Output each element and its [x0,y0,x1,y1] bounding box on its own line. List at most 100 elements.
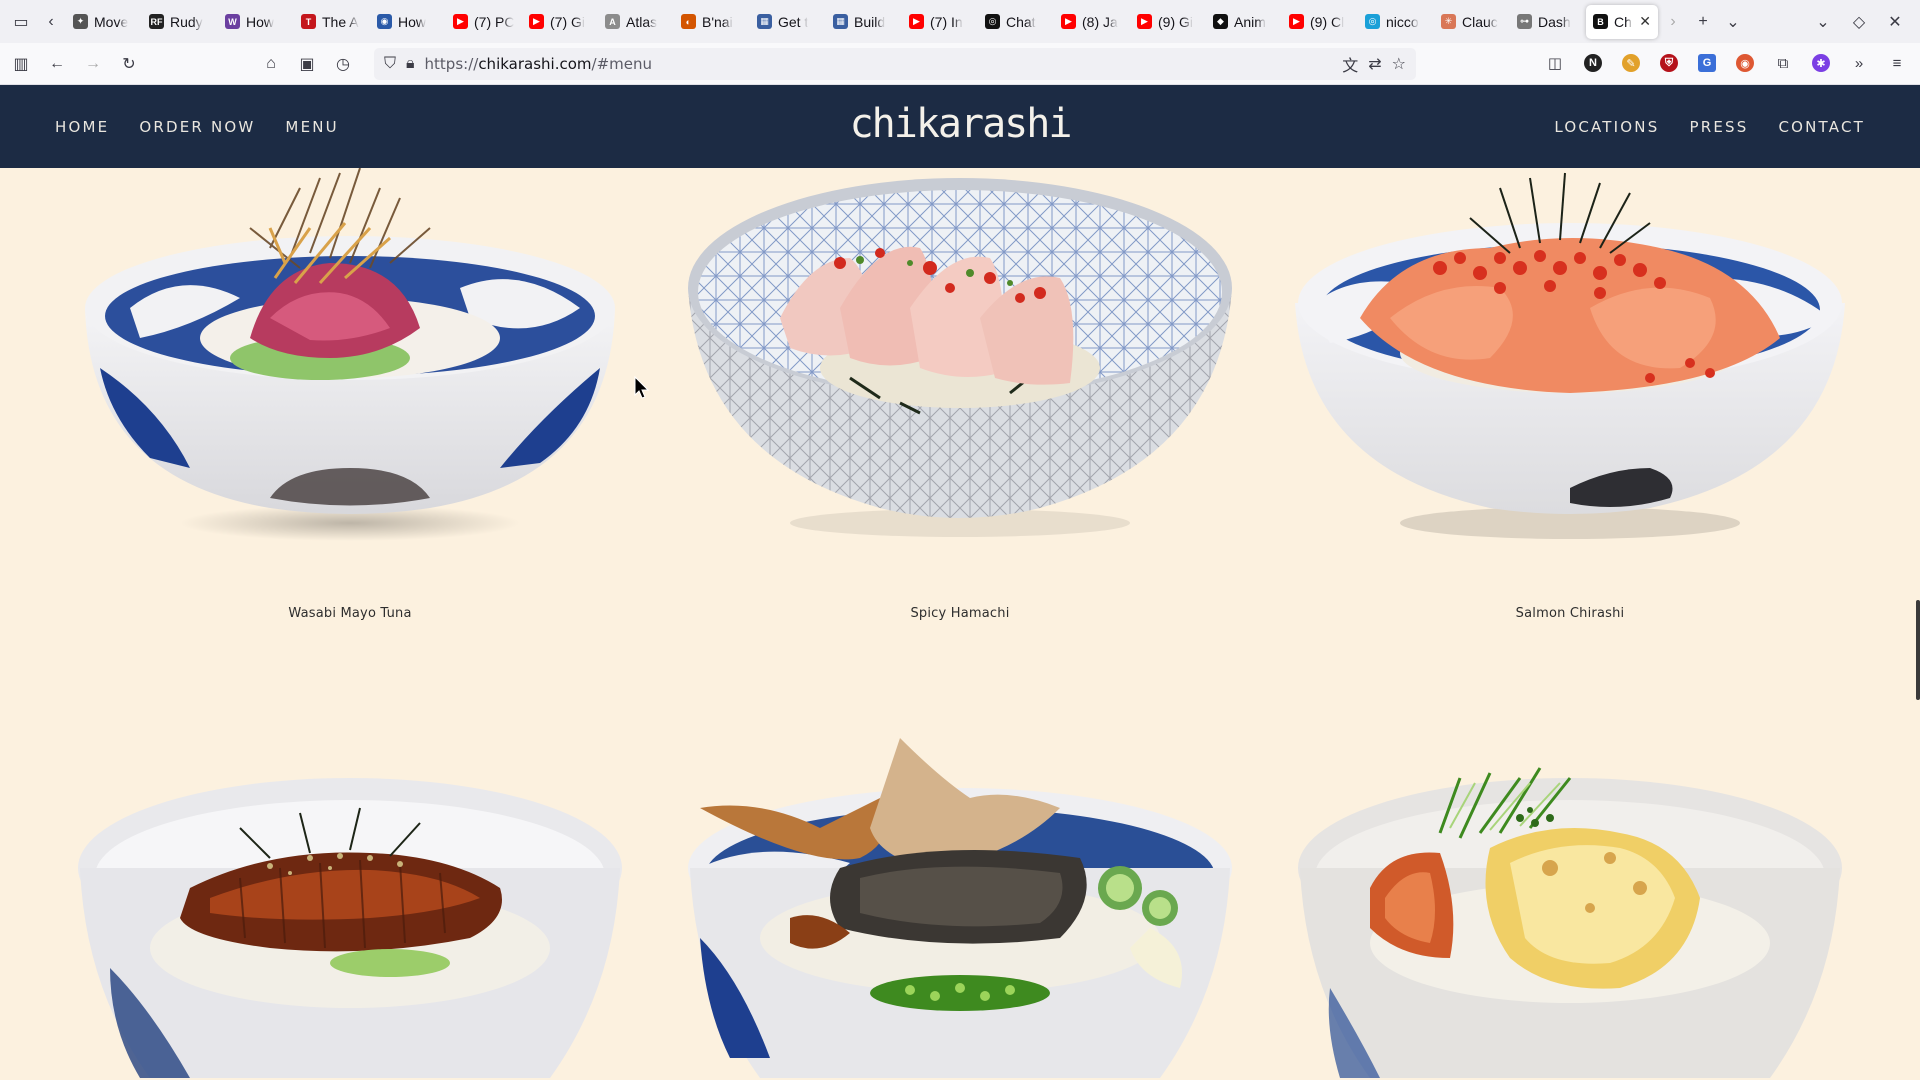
browser-tab[interactable]: ⊶ Dash [1510,5,1586,39]
duckduckgo-icon[interactable]: ◉ [1730,48,1760,78]
menu-grid: Wasabi Mayo Tuna Spicy Hamachi Salmon Ch… [0,168,1920,1080]
close-tab-icon[interactable]: ✕ [1639,13,1651,30]
tab-label: Chat [1006,13,1036,30]
browser-tab[interactable]: W How [218,5,294,39]
translate-ext-icon[interactable]: G [1692,48,1722,78]
new-tab-icon[interactable]: + [1688,7,1718,37]
url-text[interactable]: https://chikarashi.com/#menu [425,55,652,73]
tab-favicon-icon: ▶ [1289,14,1304,29]
salmon-chirashi-image [1295,172,1845,539]
site-logo[interactable]: chikarashi [850,101,1073,147]
menu-item-miso-cod[interactable] [1290,738,1850,1080]
overflow-menu-icon[interactable]: » [1844,48,1874,78]
nav-order-now-link[interactable]: ORDER NOW [139,118,255,136]
browser-tab[interactable]: ✦ Move [66,5,142,39]
back-icon[interactable]: ← [42,49,72,79]
browser-tab[interactable]: ▶ (7) In [902,5,978,39]
shield-icon[interactable]: ⛉ [384,55,396,73]
menu-item-salmon-chirashi[interactable]: Salmon Chirashi [1290,168,1850,621]
url-bar[interactable]: ⛉ 🔒︎ https://chikarashi.com/#menu 文 ⇄ ☆ [374,48,1416,80]
tab-label: Rudy [170,13,203,30]
browser-tab[interactable]: ◎ Chat [978,5,1054,39]
tab-scroll-left-icon[interactable]: ‹ [36,7,66,37]
browser-tab[interactable]: T The A [294,5,370,39]
mouse-cursor-icon [634,376,650,399]
browser-tab[interactable]: ▦ Get t [750,5,826,39]
pocket-icon[interactable]: ◫ [1540,48,1570,78]
hamburger-menu-icon[interactable]: ≡ [1882,48,1912,78]
screenshot-icon[interactable]: ▣ [292,49,322,79]
tab-label: (9) Cl [1310,13,1345,30]
restore-icon[interactable]: ◇ [1844,7,1874,37]
nav-locations-link[interactable]: LOCATIONS [1554,118,1659,136]
tab-label: nicco [1386,13,1419,30]
browser-tab[interactable]: ▶ (7) PC [446,5,522,39]
forward-icon[interactable]: → [78,49,108,79]
menu-item-unagi[interactable] [70,738,630,1080]
history-icon[interactable]: ◷ [328,49,358,79]
tab-overview-icon[interactable]: ▭ [6,7,36,37]
tab-favicon-icon: ◆ [1213,14,1228,29]
tab-favicon-icon: ◎ [985,14,1000,29]
reload-icon[interactable]: ↻ [114,49,144,79]
tab-favicon-icon: W [225,14,240,29]
browser-tab[interactable]: ◐ B'nai [674,5,750,39]
tab-label: (8) Ja [1082,13,1118,30]
nav-home-link[interactable]: HOME [55,118,109,136]
browser-tab-bar: ▭ ‹ ✦ Move RF Rudy W How T The A ◉ How ▶ (7) PC ▶ (7)… [0,0,1920,43]
tab-label: Build [854,13,886,30]
minimize-icon[interactable]: ⌄ [1808,7,1838,37]
browser-tab[interactable]: ▶ (8) Ja [1054,5,1130,39]
tab-label: Atlas [626,13,658,30]
tab-label: The A [322,13,359,30]
extension-badge-icon[interactable]: ✎ [1616,48,1646,78]
browser-tab[interactable]: ◆ Anim [1206,5,1282,39]
tab-favicon-icon: ⊶ [1517,14,1532,29]
tab-label: Get t [778,13,809,30]
browser-tab[interactable]: A Atlas [598,5,674,39]
browser-tab[interactable]: ◉ How [370,5,446,39]
nav-contact-link[interactable]: CONTACT [1778,118,1865,136]
tab-favicon-icon: ▶ [1137,14,1152,29]
browser-tab[interactable]: ▶ (9) Gi [1130,5,1206,39]
nav-press-link[interactable]: PRESS [1689,118,1748,136]
ublock-icon[interactable]: ⛨ [1654,48,1684,78]
tab-label: (7) In [930,13,963,30]
tab-label: Ch [1614,13,1632,30]
menu-item-name: Salmon Chirashi [1515,606,1625,621]
tab-favicon-icon: ▶ [453,14,468,29]
translate-icon[interactable]: 文 [1342,52,1358,76]
tab-scroll-right-icon[interactable]: › [1658,7,1688,37]
browser-tab[interactable]: ▶ (9) Cl [1282,5,1358,39]
tab-label: How [398,13,427,30]
browser-tab[interactable]: B Ch ✕ [1586,4,1658,39]
tab-favicon-icon: ◐ [681,14,696,29]
home-icon[interactable]: ⌂ [256,49,286,79]
browser-tab[interactable]: ▶ (7) Gi [522,5,598,39]
spicy-hamachi-image [688,178,1232,537]
close-window-icon[interactable]: ✕ [1880,7,1910,37]
browser-tab[interactable]: ▦ Build [826,5,902,39]
sidebar-icon[interactable]: ▥ [6,49,36,79]
page-translate-icon[interactable]: ⇄ [1368,54,1381,74]
nav-menu-link[interactable]: MENU [285,118,338,136]
browser-tab[interactable]: RF Rudy [142,5,218,39]
miso-cod-image [1298,767,1842,1078]
tab-favicon-icon: ▦ [833,14,848,29]
tab-list-icon[interactable]: ⌄ [1718,7,1748,37]
tab-favicon-icon: B [1593,14,1608,29]
extension-purple-icon[interactable]: ✱ [1806,48,1836,78]
menu-item-fish-collar[interactable] [680,738,1240,1080]
page-scrollbar[interactable] [1916,600,1920,700]
menu-item-spicy-hamachi[interactable]: Spicy Hamachi [680,168,1240,621]
site-header: HOME ORDER NOW MENU chikarashi LOCATIONS… [0,85,1920,168]
fish-collar-image [688,738,1232,1078]
browser-tab[interactable]: ✳ Clauc [1434,5,1510,39]
menu-item-wasabi-mayo-tuna[interactable]: Wasabi Mayo Tuna [70,168,630,621]
browser-tab[interactable]: ◎ nicco [1358,5,1434,39]
extensions-puzzle-icon[interactable]: ⧉ [1768,48,1798,78]
menu-item-name: Wasabi Mayo Tuna [288,606,412,621]
bookmark-star-icon[interactable]: ☆ [1392,54,1406,74]
extension-n-icon[interactable]: N [1578,48,1608,78]
tab-label: (7) Gi [550,13,585,30]
